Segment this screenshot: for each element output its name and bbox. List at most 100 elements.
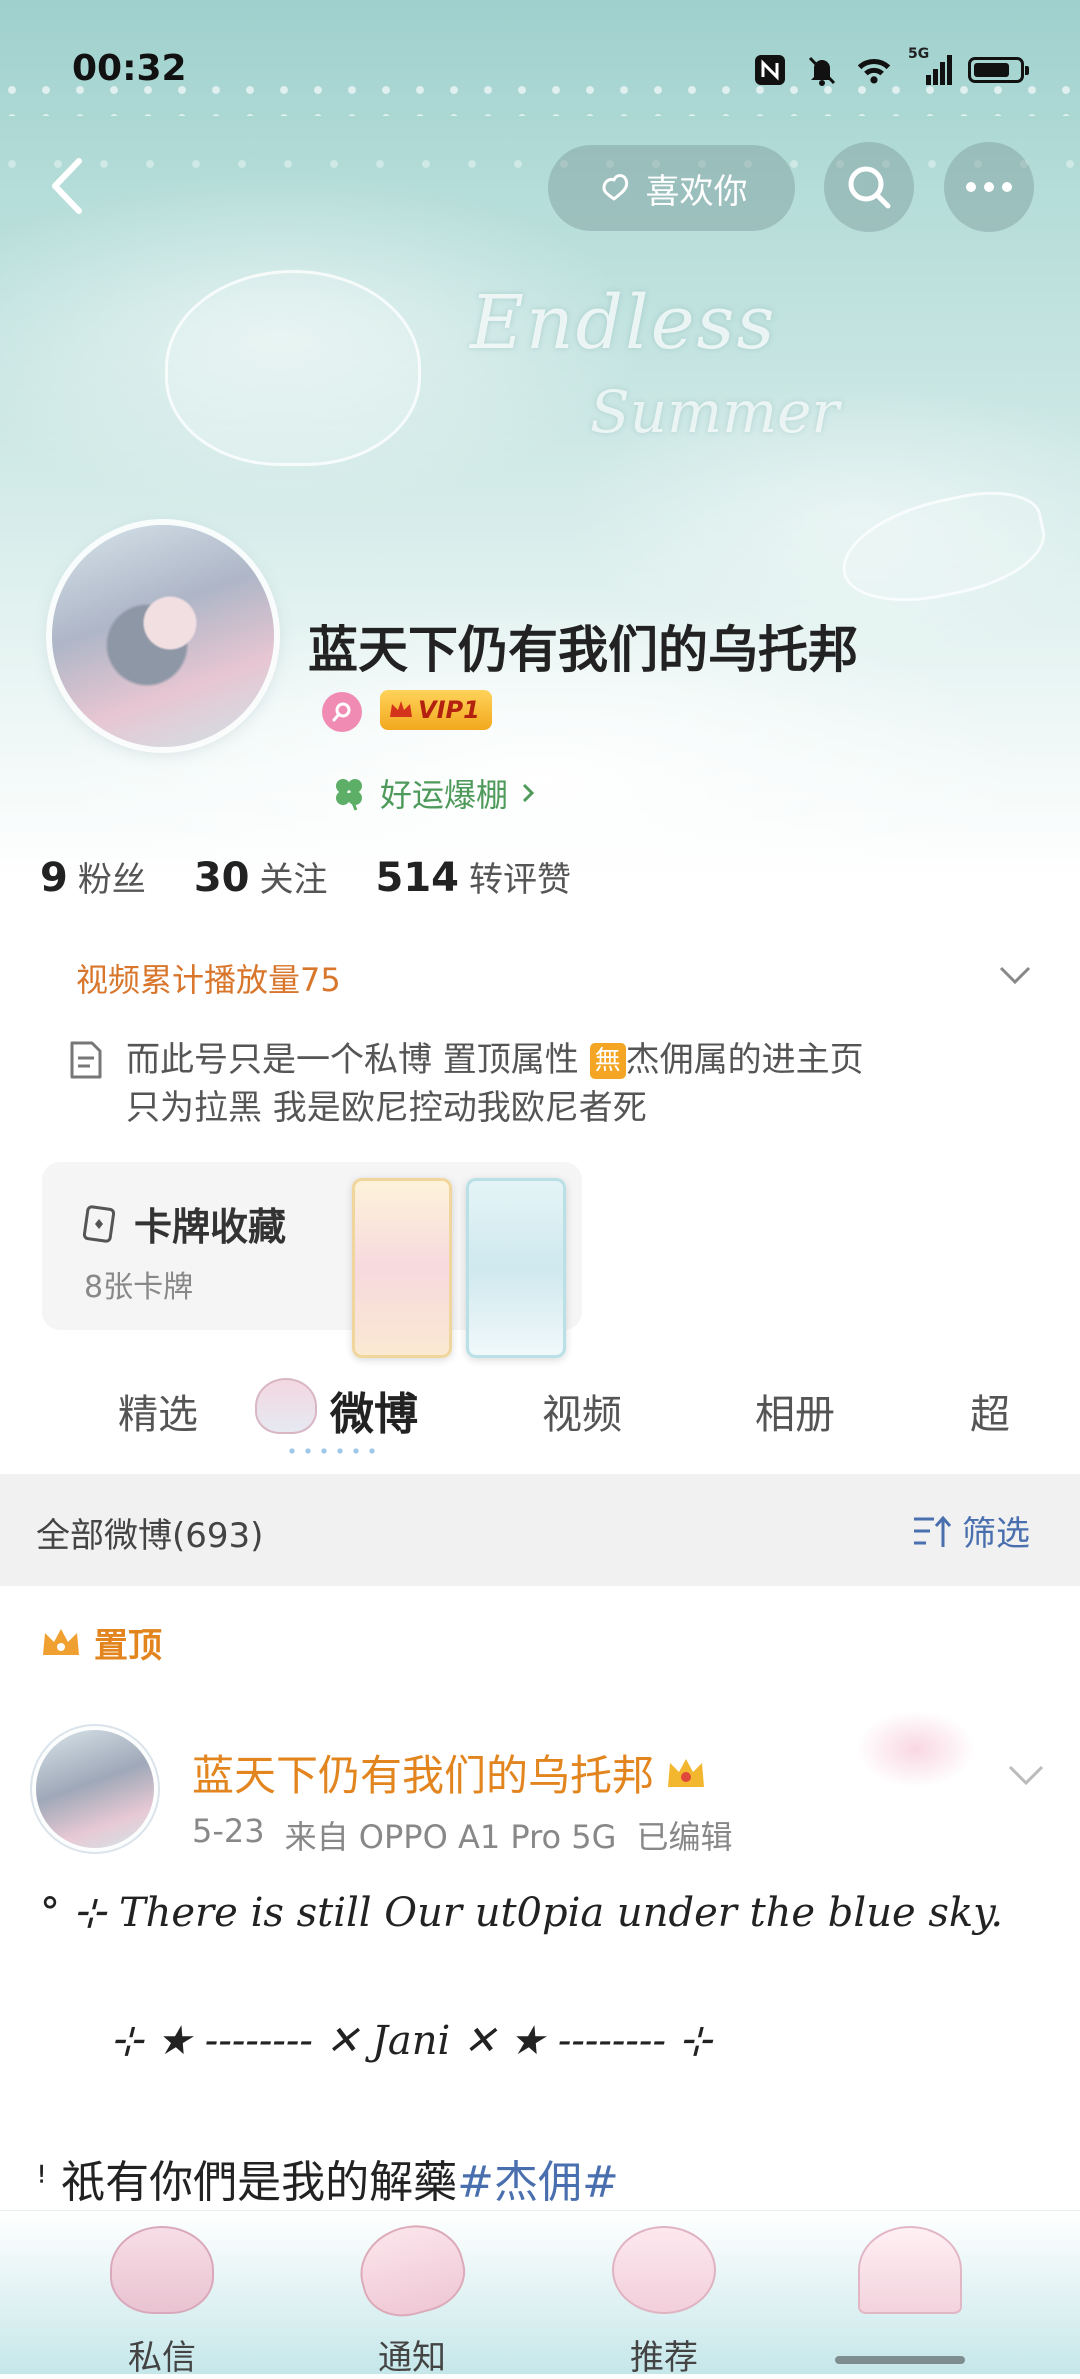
post-text-line: ꜝ 祇有你們是我的解藥#杰佣# bbox=[36, 2146, 619, 2210]
fan-icon bbox=[612, 2226, 716, 2314]
nav-messages[interactable]: 私信 bbox=[92, 2226, 232, 2379]
post-text-line: ⊹ ★ -------- ✕ Jani ✕ ★ -------- ⊹ bbox=[110, 2018, 713, 2064]
nav-recommend[interactable]: 推荐 bbox=[594, 2226, 734, 2379]
crown-icon bbox=[43, 1628, 79, 1655]
card-thumbnail[interactable] bbox=[466, 1178, 566, 1358]
status-icons: 5G bbox=[752, 46, 1029, 92]
post-menu-button[interactable] bbox=[1004, 1752, 1048, 1796]
post-author[interactable]: 蓝天下仍有我们的乌托邦 bbox=[192, 1742, 708, 1803]
status-time: 00:32 bbox=[72, 48, 187, 89]
post-text-line: ° ⊹ There is still Our ut0pia under the … bbox=[40, 1890, 1004, 1936]
tab-album[interactable]: 相册 bbox=[755, 1382, 835, 1440]
cellular-signal-icon: 5G bbox=[908, 46, 952, 88]
shell-icon bbox=[110, 2226, 214, 2314]
post-author-name: 蓝天下仍有我们的乌托邦 bbox=[192, 1751, 655, 1800]
network-type: 5G bbox=[908, 46, 930, 62]
nav-label: 推荐 bbox=[630, 2338, 698, 2378]
post-edited: 已编辑 bbox=[636, 1818, 733, 1856]
mute-bell-icon bbox=[804, 52, 840, 88]
like-you-label: 喜欢你 bbox=[645, 171, 748, 212]
vip-badge[interactable]: VIP1 bbox=[380, 690, 492, 730]
card-collection-count: 8张卡牌 bbox=[84, 1270, 194, 1305]
post-text: ꜝ 祇有你們是我的解藥 bbox=[36, 2157, 458, 2208]
shell-icon bbox=[255, 1378, 317, 1434]
document-icon bbox=[68, 1040, 104, 1080]
filter-button[interactable]: 筛选 bbox=[912, 1506, 1030, 1555]
search-button[interactable] bbox=[824, 142, 914, 232]
banner-script-text: Summer bbox=[590, 378, 840, 446]
nav-profile[interactable] bbox=[840, 2226, 980, 2314]
stat-interactions[interactable]: 514 转评赞 bbox=[376, 852, 572, 901]
nav-label: 通知 bbox=[378, 2338, 446, 2378]
clover-icon bbox=[336, 779, 362, 811]
stat-label: 转评赞 bbox=[469, 860, 572, 900]
avatar[interactable] bbox=[52, 525, 274, 747]
post-meta: 5-23 来自 OPPO A1 Pro 5G 已编辑 bbox=[192, 1812, 732, 1858]
tab-super[interactable]: 超 bbox=[970, 1382, 1010, 1440]
profile-nickname: 蓝天下仍有我们的乌托邦 bbox=[308, 621, 858, 679]
card-icon bbox=[82, 1204, 116, 1243]
battery-icon bbox=[968, 57, 1029, 83]
banner-script-text: Endless bbox=[470, 280, 777, 366]
search-icon bbox=[848, 166, 891, 209]
chevron-right-icon bbox=[522, 783, 535, 803]
wifi-icon bbox=[856, 52, 892, 88]
sort-filter-icon bbox=[914, 1515, 952, 1547]
card-collection-header: 卡牌收藏 bbox=[80, 1196, 286, 1251]
tab-video[interactable]: 视频 bbox=[542, 1382, 622, 1440]
nfc-icon bbox=[752, 52, 788, 88]
nav-label: 私信 bbox=[128, 2338, 196, 2378]
stat-number: 30 bbox=[193, 855, 250, 901]
crown-icon bbox=[390, 701, 412, 717]
all-posts-count: 全部微博(693) bbox=[36, 1516, 264, 1556]
stat-label: 关注 bbox=[259, 860, 328, 900]
bio-badge: 無 bbox=[589, 1043, 626, 1079]
crown-badge-icon bbox=[668, 1758, 705, 1787]
bio-text: 而此号只是一个私博 置顶属性 bbox=[126, 1040, 590, 1080]
hashtag-link[interactable]: #杰佣# bbox=[457, 2157, 619, 2208]
stat-followers[interactable]: 9 粉丝 bbox=[40, 852, 146, 901]
home-indicator bbox=[835, 2356, 965, 2364]
shell-decoration bbox=[165, 270, 421, 466]
post-date: 5-23 bbox=[192, 1812, 265, 1850]
more-button[interactable] bbox=[944, 142, 1034, 232]
card-collection-title: 卡牌收藏 bbox=[134, 1205, 287, 1249]
post-author-avatar[interactable] bbox=[36, 1730, 154, 1848]
pinned-text: 置顶 bbox=[94, 1626, 162, 1666]
verified-search-badge[interactable] bbox=[322, 692, 362, 732]
bio-text: 杰佣属的进主页 bbox=[625, 1040, 864, 1080]
vip-label: VIP1 bbox=[418, 696, 480, 724]
profile-tabs: 精选 微博 视频 相册 超 bbox=[0, 1370, 1080, 1470]
tab-featured[interactable]: 精选 bbox=[118, 1382, 198, 1440]
conch-icon bbox=[350, 2214, 474, 2326]
heart-hand-icon bbox=[602, 174, 628, 201]
filter-label: 筛选 bbox=[962, 1514, 1030, 1554]
stat-label: 粉丝 bbox=[77, 860, 146, 900]
active-tab-indicator bbox=[284, 1446, 384, 1456]
stat-number: 9 bbox=[40, 855, 68, 901]
stat-number: 514 bbox=[375, 855, 460, 901]
bio-line-1: 而此号只是一个私博 置顶属性 無杰佣属的进主页 bbox=[126, 1036, 1006, 1084]
profile-stats: 9 粉丝 30 关注 514 转评赞 bbox=[40, 852, 571, 901]
like-you-button[interactable]: 喜欢你 bbox=[548, 145, 795, 231]
pearl-string-decoration bbox=[0, 150, 1080, 190]
profile-banner: Endless Summer bbox=[0, 0, 1080, 880]
nav-notifications[interactable]: 通知 bbox=[342, 2214, 482, 2379]
bunny-decoration bbox=[856, 1710, 976, 1788]
tab-weibo[interactable]: 微博 bbox=[330, 1378, 418, 1442]
lucky-label: 好运爆棚 bbox=[380, 776, 509, 814]
conch-decoration bbox=[832, 479, 1054, 617]
card-thumbnail[interactable] bbox=[352, 1178, 452, 1358]
chevron-down-icon bbox=[999, 966, 1031, 985]
stat-following[interactable]: 30 关注 bbox=[194, 852, 328, 901]
back-button[interactable] bbox=[36, 150, 96, 222]
bio-line-2: 只为拉黑 我是欧尼控动我欧尼者死 bbox=[126, 1088, 647, 1128]
post-source: 来自 OPPO A1 Pro 5G bbox=[284, 1818, 617, 1856]
lucky-status[interactable]: 好运爆棚 bbox=[330, 770, 536, 816]
expand-button[interactable] bbox=[995, 955, 1035, 995]
pinned-label: 置顶 bbox=[40, 1618, 162, 1667]
search-badge-icon bbox=[332, 702, 351, 722]
scallop-icon bbox=[858, 2226, 962, 2314]
more-dots-icon bbox=[966, 182, 1012, 192]
chevron-down-icon bbox=[1008, 1765, 1044, 1786]
